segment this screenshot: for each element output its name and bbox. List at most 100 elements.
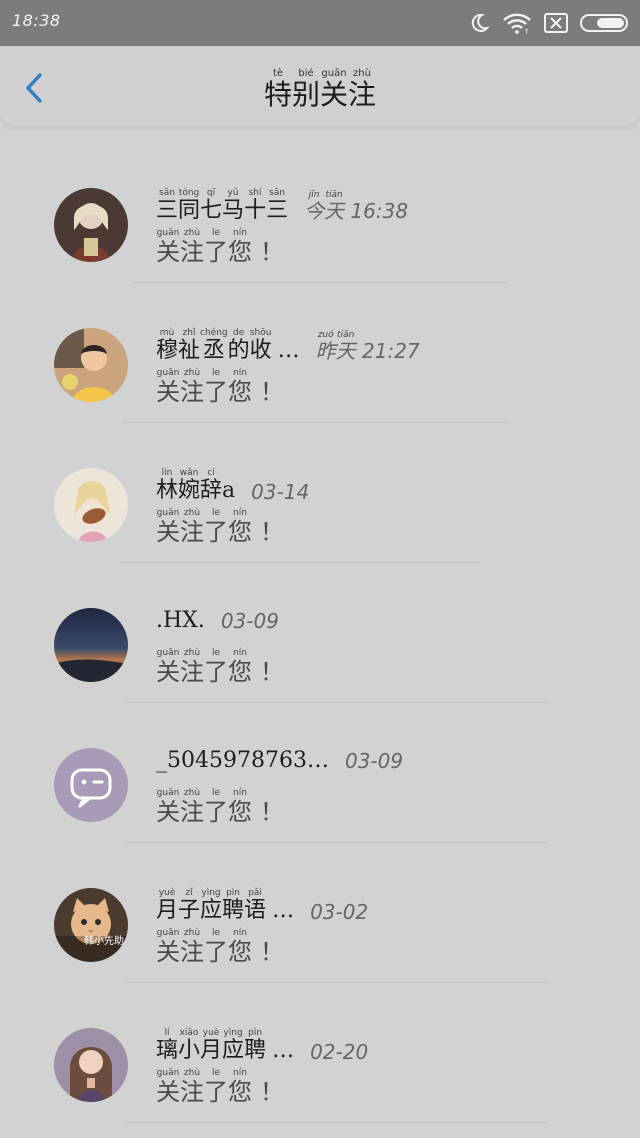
name-char: 应yìng: [222, 1028, 245, 1063]
avatar[interactable]: [54, 188, 128, 262]
list-item[interactable]: .HX. 03-09 关guān注zhù了le您nín ！: [0, 570, 640, 710]
date-char: 昨zuó: [315, 330, 336, 363]
status-time: 18:38: [12, 11, 61, 30]
message-char: 注zhù: [180, 928, 204, 966]
name-char: 的de: [227, 328, 250, 363]
name-char: 马yǔ: [222, 188, 245, 223]
message-char: 注zhù: [180, 788, 204, 826]
avatar[interactable]: 韩小先助: [54, 888, 128, 962]
user-name: 林lín婉wǎn辞cía: [156, 468, 235, 504]
date-char: 天tiān: [335, 330, 356, 363]
message-char: 了le: [204, 368, 228, 406]
name-text: …: [272, 898, 295, 923]
timestamp: 03-02: [310, 900, 368, 924]
name-char: 同tóng: [178, 188, 201, 223]
name-text: …: [277, 338, 300, 363]
user-name: _5045978763…: [156, 748, 329, 773]
timestamp-text: 21:27: [355, 339, 420, 363]
name-text: a: [222, 478, 236, 503]
divider: [126, 1122, 548, 1123]
divider: [132, 282, 508, 283]
moon-icon: [468, 12, 490, 34]
name-char: 辞cí: [200, 468, 223, 503]
message-char: 关guān: [156, 788, 180, 826]
user-name: 三sān同tóng七qī马yǔ十shí三sān: [156, 188, 288, 224]
message-char: 注zhù: [180, 228, 204, 266]
timestamp: 昨zuó天tiān 21:27: [316, 330, 420, 364]
name-char: 应yìng: [200, 888, 223, 923]
avatar[interactable]: [54, 468, 128, 542]
message-char: 您nín: [228, 508, 252, 546]
sim-off-icon: [544, 13, 568, 33]
message-char: 关guān: [156, 228, 180, 266]
timestamp-text: 03-02: [310, 900, 369, 924]
divider: [120, 562, 480, 563]
name-line: 三sān同tóng七qī马yǔ十shí三sān 今jīn天tiān 16:38: [156, 188, 408, 224]
message-char: 注zhù: [180, 368, 204, 406]
name-char: 聘pìn: [222, 888, 245, 923]
name-line: _5045978763… 03-09: [156, 748, 403, 773]
message-preview: 关guān注zhù了le您nín ！: [156, 1068, 284, 1107]
list-item[interactable]: 三sān同tóng七qī马yǔ十shí三sān 今jīn天tiān 16:38 关g…: [0, 150, 640, 290]
list-item[interactable]: 韩小先助 月yuè子zǐ应yìng聘pìn语pǎi… 03-02 关guān注zhù了…: [0, 850, 640, 990]
name-char: 子zǐ: [178, 888, 201, 923]
list-item[interactable]: 林lín婉wǎn辞cía 03-14 关guān注zhù了le您nín ！: [0, 430, 640, 570]
name-text: .HX.: [156, 608, 205, 633]
avatar[interactable]: [54, 1028, 128, 1102]
message-char: 关guān: [156, 928, 180, 966]
timestamp-text: 03-14: [251, 480, 310, 504]
title-char: 别bié: [291, 68, 320, 111]
name-char: 婉wǎn: [178, 468, 201, 503]
list-item[interactable]: 璃lí小xiǎo月yuè应yìng聘pìn… 02-20 关guān注zhù了le您…: [0, 990, 640, 1130]
name-char: 聘pìn: [244, 1028, 267, 1063]
message-char: 了le: [204, 648, 228, 686]
name-char: 七qī: [200, 188, 223, 223]
status-bar: 18:38 ↑: [0, 0, 640, 46]
avatar[interactable]: [54, 608, 128, 682]
message-char: 您nín: [228, 1068, 252, 1106]
message-char: 您nín: [228, 368, 252, 406]
name-text: …: [272, 1038, 295, 1063]
name-char: 穆mù: [156, 328, 179, 363]
name-line: 林lín婉wǎn辞cía 03-14: [156, 468, 309, 504]
message-preview: 关guān注zhù了le您nín ！: [156, 788, 284, 827]
list-item[interactable]: 穆mù祉zhǐ丞chéng的de收shōu… 昨zuó天tiān 21:27 关gu…: [0, 290, 640, 430]
message-char: 您nín: [228, 228, 252, 266]
title-char: 关guān: [320, 68, 349, 111]
message-char: 了le: [204, 928, 228, 966]
name-char: 祉zhǐ: [178, 328, 201, 363]
timestamp-text: 02-20: [310, 1040, 369, 1064]
message-preview: 关guān注zhù了le您nín ！: [156, 228, 284, 267]
name-char: 璃lí: [156, 1028, 179, 1063]
message-punct: ！: [260, 798, 284, 826]
timestamp-text: 16:38: [344, 199, 409, 223]
user-name: 穆mù祉zhǐ丞chéng的de收shōu…: [156, 328, 300, 364]
battery-icon: [580, 13, 630, 33]
name-char: 收shōu: [249, 328, 272, 363]
date-char: 今jīn: [304, 190, 325, 223]
wifi-icon: ↑: [502, 12, 532, 34]
name-line: 穆mù祉zhǐ丞chéng的de收shōu… 昨zuó天tiān 21:27: [156, 328, 420, 364]
message-char: 关guān: [156, 508, 180, 546]
message-char: 注zhù: [180, 1068, 204, 1106]
message-char: 您nín: [228, 928, 252, 966]
title-char: 注zhù: [348, 68, 377, 111]
name-char: 月yuè: [156, 888, 179, 923]
message-preview: 关guān注zhù了le您nín ！: [156, 928, 284, 967]
svg-text:↑: ↑: [524, 28, 530, 34]
list-item[interactable]: _5045978763… 03-09 关guān注zhù了le您nín ！: [0, 710, 640, 850]
message-punct: ！: [260, 658, 284, 686]
avatar-caption: 韩小先助: [84, 936, 124, 947]
message-char: 注zhù: [180, 508, 204, 546]
name-char: 丞chéng: [200, 328, 228, 363]
message-char: 您nín: [228, 788, 252, 826]
name-char: 林lín: [156, 468, 179, 503]
message-punct: ！: [260, 518, 284, 546]
user-name: .HX.: [156, 608, 205, 633]
name-char: 三sān: [266, 188, 289, 223]
avatar[interactable]: [54, 748, 128, 822]
avatar[interactable]: [54, 328, 128, 402]
message-char: 关guān: [156, 1068, 180, 1106]
message-char: 了le: [204, 1068, 228, 1106]
timestamp-text: 03-09: [344, 749, 404, 773]
